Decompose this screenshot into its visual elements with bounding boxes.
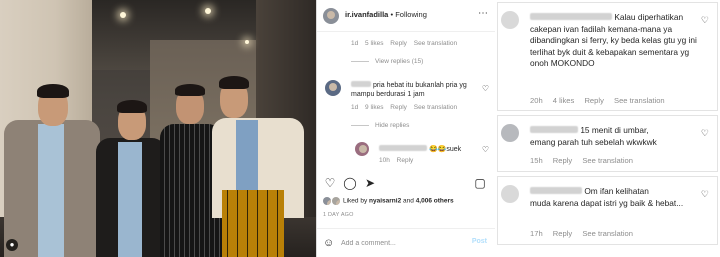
blurred-username <box>530 13 612 20</box>
view-replies-link[interactable]: View replies (15) <box>351 58 423 65</box>
card-comment-text: Kalau diperhatikan cakepan ivan fadilah … <box>530 12 706 70</box>
reply-button[interactable]: Reply <box>390 40 407 47</box>
post-date: 1 DAY AGO <box>323 212 354 218</box>
hide-replies-label: Hide replies <box>375 122 410 129</box>
comment-likes[interactable]: 5 likes <box>365 40 383 47</box>
comment-time: 20h <box>530 96 543 105</box>
blurred-username <box>530 126 578 133</box>
card-text-line1: 15 menit di umbar, <box>580 125 649 135</box>
comment-time: 17h <box>530 229 543 238</box>
heart-icon[interactable]: ♡ <box>323 176 337 190</box>
heart-icon[interactable]: ♡ <box>481 145 490 154</box>
see-translation-link[interactable]: See translation <box>414 104 457 111</box>
comment-meta: 1d 5 likes Reply See translation <box>351 40 462 47</box>
post-photo[interactable]: ● <box>0 0 316 257</box>
share-icon[interactable]: ➤ <box>363 176 377 190</box>
avatar[interactable] <box>501 11 519 29</box>
comment-meta: 1d 9 likes Reply See translation <box>351 104 462 111</box>
liked-by-others[interactable]: 4,006 others <box>416 198 454 205</box>
see-translation-link[interactable]: See translation <box>614 96 665 105</box>
follow-status[interactable]: Following <box>395 10 427 19</box>
liked-by-and: and <box>403 197 414 205</box>
heart-icon[interactable]: ♡ <box>701 15 709 26</box>
avatar[interactable] <box>501 124 519 142</box>
reply-button[interactable]: Reply <box>397 157 414 164</box>
reply-button[interactable]: Reply <box>390 104 407 111</box>
comment-time: 1d <box>351 104 359 111</box>
heart-icon[interactable]: ♡ <box>701 189 709 200</box>
hide-replies-link[interactable]: Hide replies <box>351 122 409 129</box>
comment-body: pria hebat itu bukanlah pria yg mampu be… <box>351 81 471 99</box>
divider <box>351 60 369 62</box>
reply-button[interactable]: Reply <box>553 229 572 238</box>
see-translation-link[interactable]: See translation <box>582 229 633 238</box>
card-text-rest: muda karena dapat istri yg baik & hebat.… <box>530 197 684 208</box>
card-comment-text: Om ifan kelihatan muda karena dapat istr… <box>530 186 706 209</box>
header-separator: • <box>390 10 394 19</box>
comment-likes[interactable]: 9 likes <box>365 104 383 111</box>
post-header: ir.ivanfadilla • Following ⋯ <box>317 0 495 32</box>
card-comment-text: 15 menit di umbar, emang parah tuh sebel… <box>530 125 706 148</box>
more-dots-icon[interactable]: ⋯ <box>478 8 489 19</box>
card-text-line1: Kalau <box>614 12 636 22</box>
heart-icon[interactable]: ♡ <box>701 128 709 139</box>
card-text-line1: Om ifan kelihatan <box>584 186 649 196</box>
liked-by-label: Liked by <box>343 197 368 205</box>
ceiling-light <box>245 40 249 44</box>
comment-likes[interactable]: 4 likes <box>553 96 575 105</box>
ceiling-light <box>205 8 211 14</box>
post-panel: ir.ivanfadilla • Following ⋯ 1d 5 likes … <box>316 0 495 257</box>
divider <box>351 124 369 126</box>
card-meta: 20h 4 likes Reply See translation <box>530 96 673 105</box>
post-actions: ♡ ◯ ➤ ▢ <box>323 176 489 190</box>
comment-input[interactable] <box>341 235 461 251</box>
blurred-username <box>530 187 582 194</box>
avatar <box>323 197 331 205</box>
reply-text: 😂😂suek <box>428 146 462 153</box>
reply-button[interactable]: Reply <box>584 96 603 105</box>
add-comment-bar: ☺ Post <box>317 228 495 257</box>
comment-time: 1d <box>351 40 359 47</box>
see-translation-link[interactable]: See translation <box>414 40 457 47</box>
blurred-username <box>379 145 427 151</box>
avatar[interactable] <box>323 8 339 24</box>
comment-time: 10h <box>379 157 390 164</box>
reply-meta: 10h Reply <box>379 157 418 164</box>
avatar <box>332 197 340 205</box>
see-translation-link[interactable]: See translation <box>582 156 633 165</box>
comment-card: Kalau diperhatikan cakepan ivan fadilah … <box>497 2 718 111</box>
heart-icon[interactable]: ♡ <box>481 84 490 93</box>
reply-body: 😂😂suek <box>379 145 461 154</box>
card-meta: 17h Reply See translation <box>530 229 641 238</box>
comment-card: Om ifan kelihatan muda karena dapat istr… <box>497 176 718 245</box>
card-text-rest: emang parah tuh sebelah wkwkwk <box>530 136 657 147</box>
comment-card: 15 menit di umbar, emang parah tuh sebel… <box>497 115 718 172</box>
avatar[interactable] <box>355 142 369 156</box>
reply-button[interactable]: Reply <box>553 156 572 165</box>
view-replies-label: View replies (15) <box>375 58 424 65</box>
liked-by[interactable]: Liked by nyaisarni2 and 4,006 others <box>323 197 454 205</box>
ceiling-light <box>120 12 126 18</box>
avatar[interactable] <box>501 185 519 203</box>
emoji-icon[interactable]: ☺ <box>323 237 335 249</box>
post-button[interactable]: Post <box>472 238 487 245</box>
post-header-text: ir.ivanfadilla • Following <box>345 10 427 19</box>
avatar[interactable] <box>325 80 341 96</box>
comment-time: 15h <box>530 156 543 165</box>
post-username[interactable]: ir.ivanfadilla <box>345 10 388 19</box>
bookmark-icon[interactable]: ▢ <box>473 176 487 190</box>
comment-icon[interactable]: ◯ <box>343 176 357 190</box>
card-meta: 15h Reply See translation <box>530 156 641 165</box>
liked-by-user[interactable]: nyaisarni2 <box>369 198 401 205</box>
blurred-username <box>351 81 371 87</box>
tagged-people-icon[interactable]: ● <box>6 239 18 251</box>
